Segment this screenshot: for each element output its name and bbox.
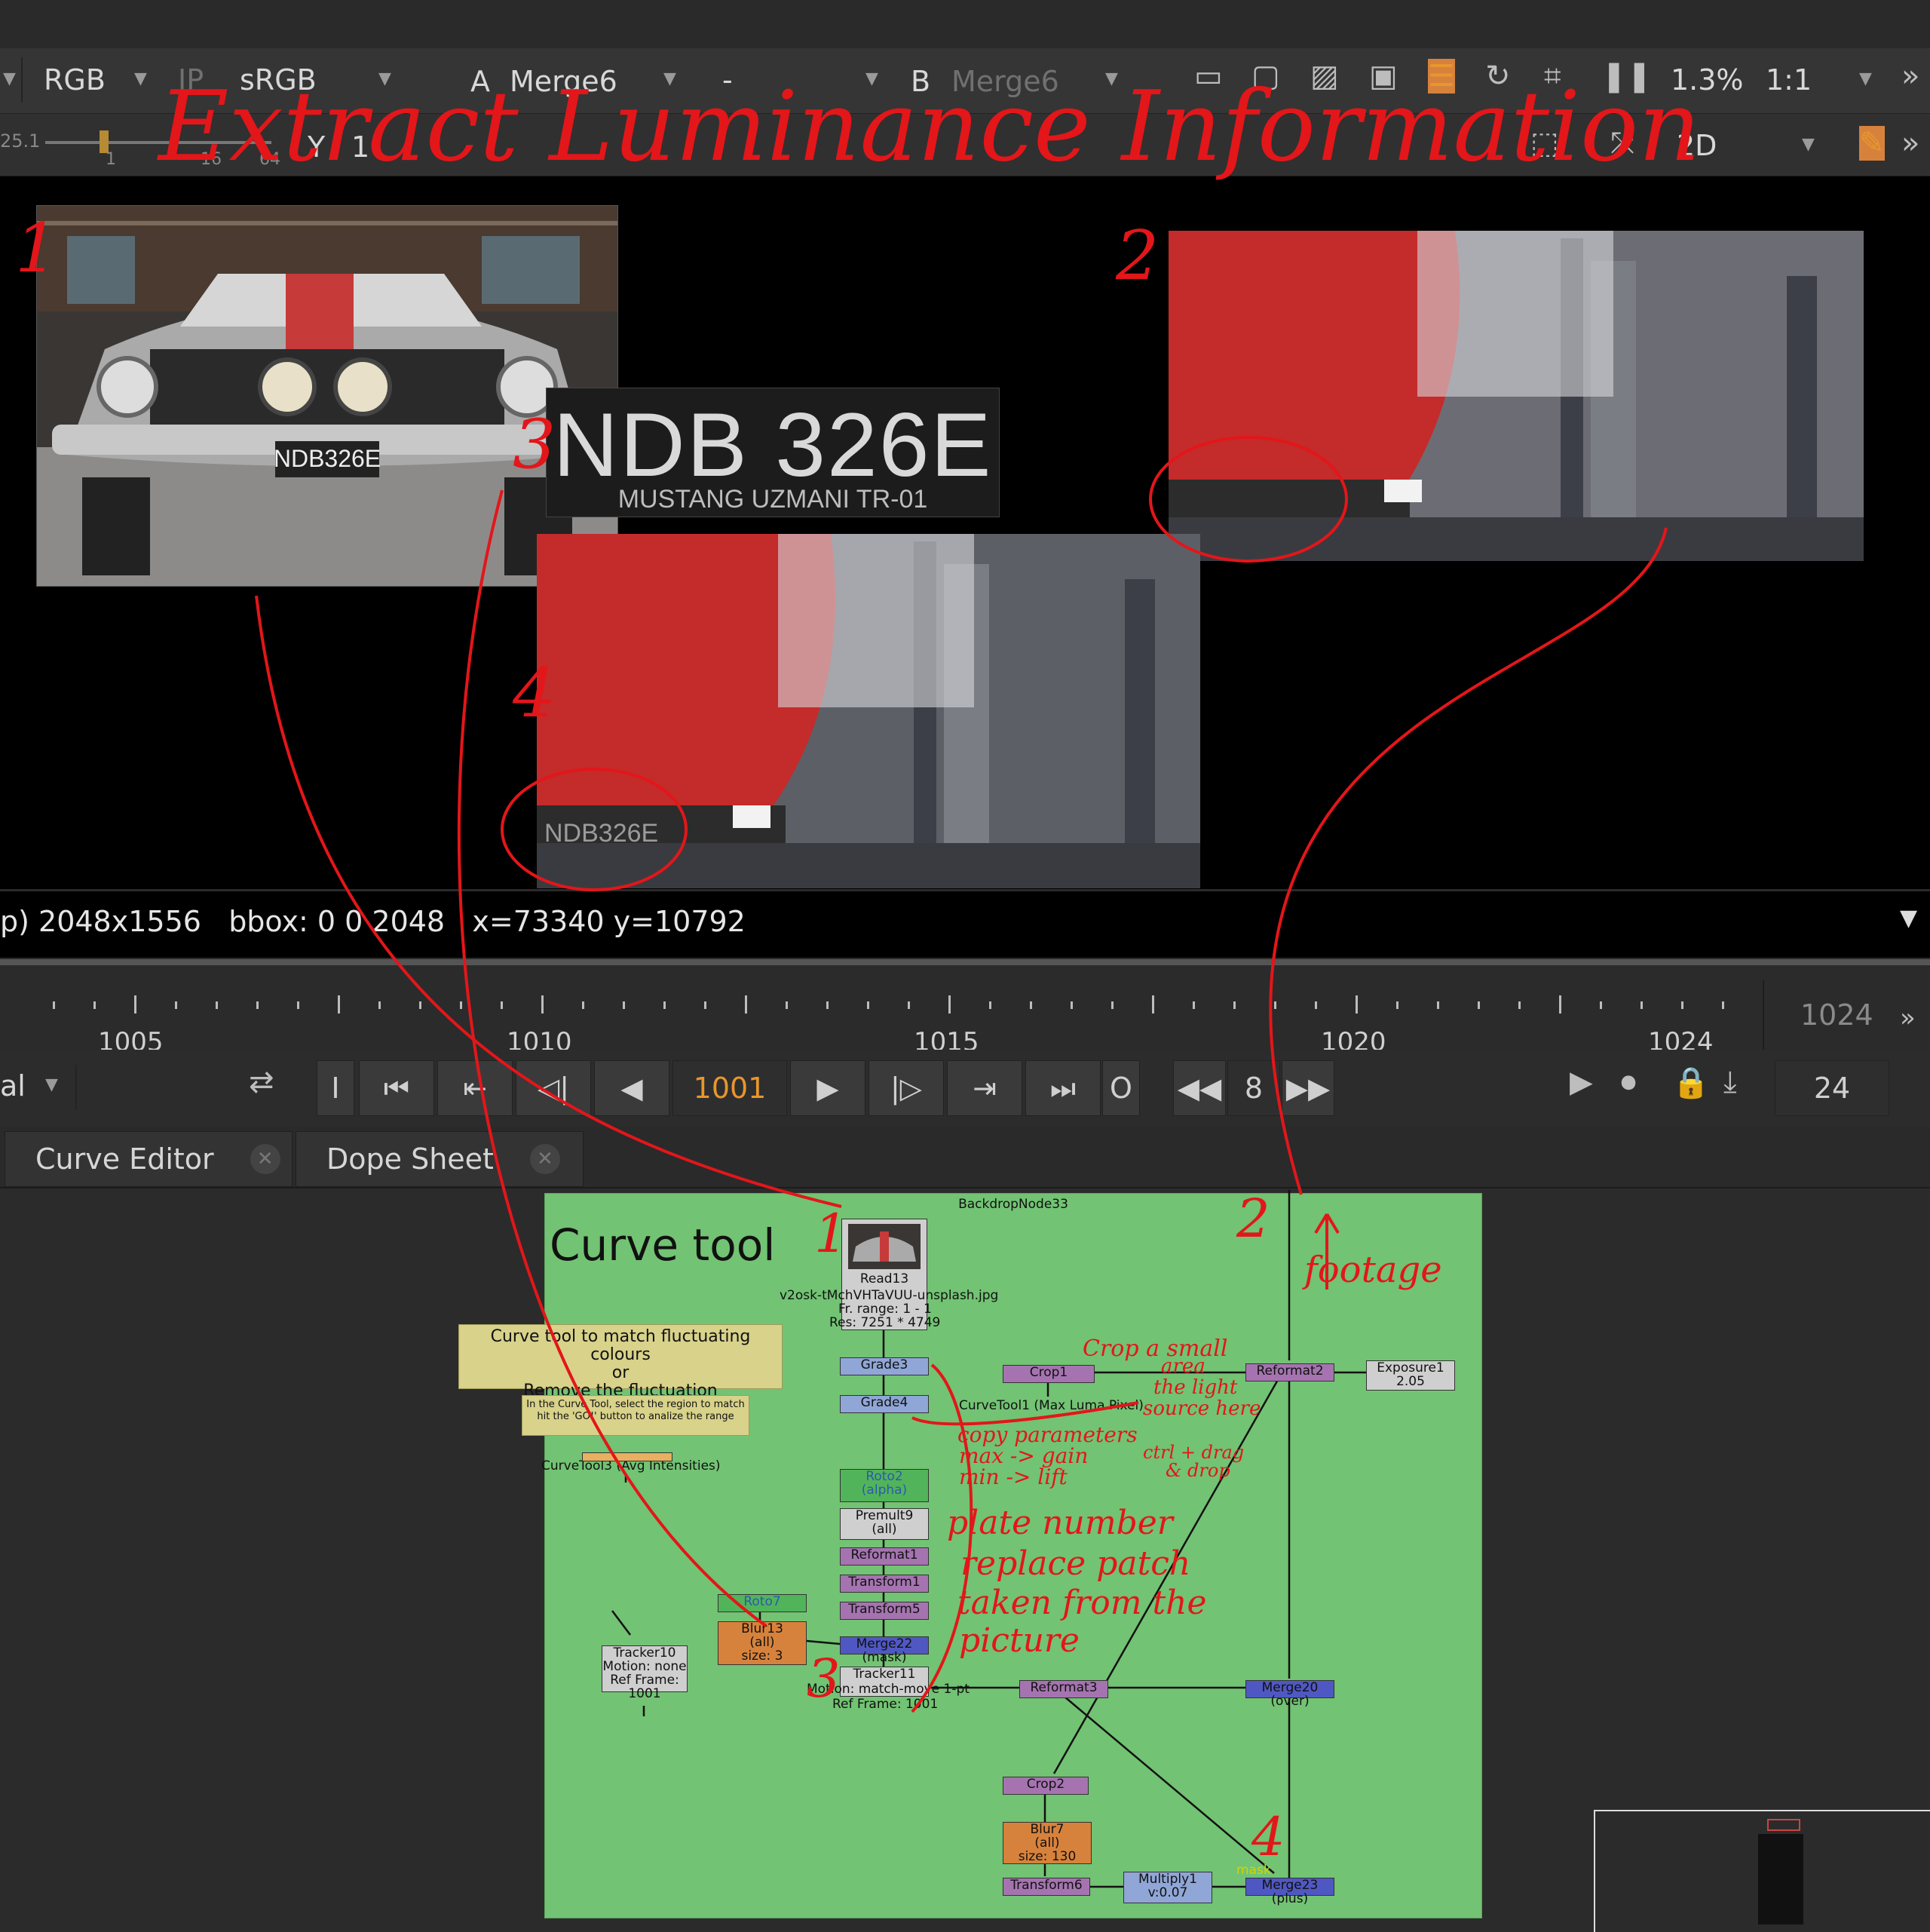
minimap-viewport[interactable] [1767,1819,1800,1831]
blur13-size: size: 3 [741,1648,783,1664]
premult9-channel: (all) [872,1522,897,1537]
minimap-nodes [1758,1834,1803,1924]
read13-name: Read13 [859,1271,909,1286]
mask-input-label: mask [1236,1863,1271,1878]
node-transform5[interactable]: Transform5 [840,1602,929,1620]
sticky-line-2: or [611,1363,630,1382]
tracker11-motion: Motion: match-move 1-pt [807,1682,970,1697]
node-crop1[interactable]: Crop1 [1003,1365,1095,1383]
node-roto7[interactable]: Roto7 [718,1594,807,1612]
blur13-channel: (all) [749,1635,775,1650]
node-reformat3[interactable]: Reformat3 [1019,1680,1108,1698]
blur7-name: Blur7 [1030,1822,1065,1837]
roto7-name: Roto7 [743,1594,781,1609]
tracker10-motion: Motion: none [602,1659,687,1674]
node-multiply1[interactable]: Multiply1 v:0.07 [1123,1872,1212,1903]
sticky-instr-2: hit the 'GO!' button to analize the rang… [537,1411,734,1422]
premult9-name: Premult9 [855,1508,914,1523]
tracker10-name: Tracker10 [613,1645,676,1661]
node-merge20[interactable]: Merge20 (over) [1245,1680,1334,1708]
tracker10-ref: Ref Frame: 1001 [610,1673,679,1701]
read13-file: v2osk-tMchVHTaVUU-unsplash.jpg [780,1288,999,1303]
node-merge23[interactable]: Merge23 (plus) [1245,1878,1334,1906]
tracker11-name: Tracker11 [853,1667,916,1682]
sticky-line-1: Curve tool to match fluctuating colours [490,1327,751,1364]
read-thumbnail [848,1224,921,1269]
read13-frange: Fr. range: 1 - 1 [838,1302,932,1317]
node-graph-minimap[interactable] [1594,1810,1930,1932]
node-transform1[interactable]: Transform1 [840,1575,929,1593]
sticky-instr-1: In the Curve Tool, select the region to … [526,1399,745,1410]
node-merge22[interactable]: Merge22 (mask) [840,1636,929,1664]
roto2-name: Roto2 [865,1469,903,1484]
multiply1-value: v:0.07 [1147,1885,1188,1900]
node-curvetool1[interactable]: CurveTool1 (Max Luma Pixel) [959,1398,1144,1413]
tracker11-ref: Ref Frame: 1001 [832,1697,939,1712]
node-connections [611,1190,1366,1888]
node-grade4[interactable]: Grade4 [840,1395,929,1413]
blur7-channel: (all) [1034,1835,1060,1851]
roto2-channel: (alpha) [861,1483,908,1498]
sticky-note-curve-tool[interactable]: Curve tool to match fluctuating colours … [458,1324,783,1400]
sticky-note-instructions[interactable]: In the Curve Tool, select the region to … [522,1395,749,1436]
exposure1-name: Exposure1 [1377,1360,1444,1375]
exposure1-value: 2.05 [1396,1374,1425,1389]
node-roto2[interactable]: Roto2 (alpha) [840,1469,929,1502]
curvetool3-body[interactable] [582,1452,672,1461]
node-reformat2[interactable]: Reformat2 [1245,1363,1334,1382]
multiply1-name: Multiply1 [1138,1872,1197,1887]
blur7-size: size: 130 [1018,1849,1077,1864]
read13-res: Res: 7251 * 4749 [829,1315,941,1330]
node-grade3[interactable]: Grade3 [840,1357,929,1375]
node-reformat1[interactable]: Reformat1 [840,1547,929,1566]
blur13-name: Blur13 [741,1621,783,1636]
node-blur7[interactable]: Blur7 (all) size: 130 [1003,1822,1092,1864]
node-premult9[interactable]: Premult9 (all) [840,1508,929,1540]
node-exposure1[interactable]: Exposure1 2.05 [1366,1360,1455,1391]
node-blur13[interactable]: Blur13 (all) size: 3 [718,1621,807,1665]
node-transform6[interactable]: Transform6 [1003,1878,1090,1896]
node-crop2[interactable]: Crop2 [1003,1777,1089,1795]
node-tracker10[interactable]: Tracker10 Motion: none Ref Frame: 1001 [602,1645,688,1700]
